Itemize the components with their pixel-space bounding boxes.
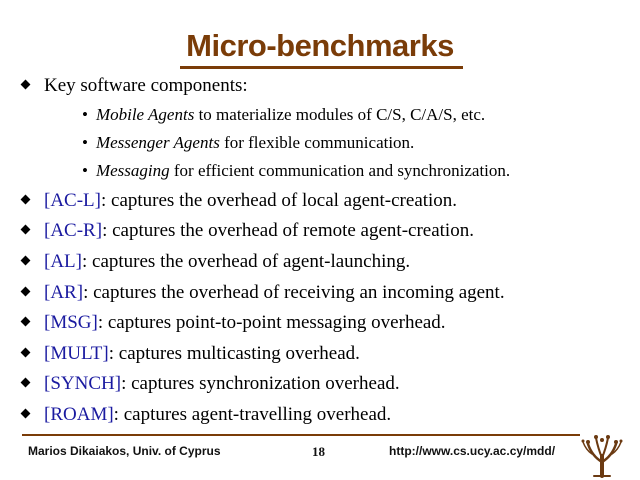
diamond-bullet-icon: [20, 377, 31, 388]
title-underline: [180, 66, 463, 69]
sub-item-text: for efficient communication and synchron…: [169, 161, 511, 180]
diamond-bullet-icon: [20, 408, 31, 419]
footer-author: Marios Dikaiakos, Univ. of Cyprus: [28, 444, 221, 458]
slide-title: Micro-benchmarks: [0, 28, 640, 64]
benchmark-item: [AL]: captures the overhead of agent-lau…: [20, 250, 411, 274]
diamond-bullet-icon: [20, 194, 31, 205]
page-number: 18: [312, 444, 325, 459]
benchmark-text: : captures agent-travelling overhead.: [113, 404, 392, 425]
benchmark-key: [SYNCH]: [44, 373, 122, 394]
benchmark-key: [AR]: [44, 282, 84, 303]
intro-text: Key software components:: [44, 75, 248, 96]
diamond-bullet-icon: [20, 79, 31, 90]
benchmark-key: [AL]: [44, 251, 82, 272]
benchmark-key: [ROAM]: [44, 404, 114, 425]
benchmark-key: [MSG]: [44, 312, 98, 333]
sub-item: • Mobile Agents to materialize modules of…: [82, 104, 485, 126]
benchmark-text: : captures the overhead of local agent-c…: [100, 190, 458, 211]
benchmark-key: [AC-L]: [44, 190, 101, 211]
slide-title-text: Micro-benchmarks: [186, 28, 454, 63]
benchmark-text: : captures synchronization overhead.: [121, 373, 400, 394]
benchmark-text: : captures the overhead of receiving an …: [83, 282, 505, 303]
diamond-bullet-icon: [20, 255, 31, 266]
diamond-bullet-icon: [20, 224, 31, 235]
benchmark-item: [AR]: captures the overhead of receiving…: [20, 281, 505, 305]
benchmark-item: [ROAM]: captures agent-travelling overhe…: [20, 403, 392, 427]
sub-item-term: Mobile Agents: [95, 105, 195, 124]
sub-item-text: for flexible communication.: [219, 133, 415, 152]
benchmark-item: [SYNCH]: captures synchronization overhe…: [20, 372, 400, 396]
sub-item-term: Messaging: [95, 161, 170, 180]
benchmark-key: [MULT]: [44, 343, 109, 364]
sub-item-text: to materialize modules of C/S, C/A/S, et…: [194, 105, 486, 124]
benchmark-item: [MSG]: captures point-to-point messaging…: [20, 311, 446, 335]
benchmark-text: : captures the overhead of agent-launchi…: [81, 251, 411, 272]
sub-item: • Messenger Agents for flexible communica…: [82, 132, 414, 154]
benchmark-item: [MULT]: captures multicasting overhead.: [20, 342, 360, 366]
sub-item-term: Messenger Agents: [95, 133, 220, 152]
benchmark-text: : captures multicasting overhead.: [108, 343, 360, 364]
dot-bullet-icon: •: [82, 161, 88, 180]
benchmark-item: [AC-L]: captures the overhead of local a…: [20, 189, 458, 213]
benchmark-text: : captures point-to-point messaging over…: [97, 312, 446, 333]
benchmark-item: [AC-R]: captures the overhead of remote …: [20, 219, 474, 243]
footer-divider: [22, 434, 582, 436]
diamond-bullet-icon: [20, 286, 31, 297]
dot-bullet-icon: •: [82, 133, 88, 152]
diamond-bullet-icon: [20, 347, 31, 358]
sub-item: • Messaging for efficient communication a…: [82, 160, 510, 182]
benchmark-text: : captures the overhead of remote agent-…: [102, 220, 474, 241]
tree-logo-icon: [580, 432, 624, 478]
dot-bullet-icon: •: [82, 105, 88, 124]
intro-bullet: Key software components:: [20, 74, 248, 98]
benchmark-key: [AC-R]: [44, 220, 103, 241]
footer-url[interactable]: http://www.cs.ucy.ac.cy/mdd/: [389, 444, 555, 458]
diamond-bullet-icon: [20, 316, 31, 327]
